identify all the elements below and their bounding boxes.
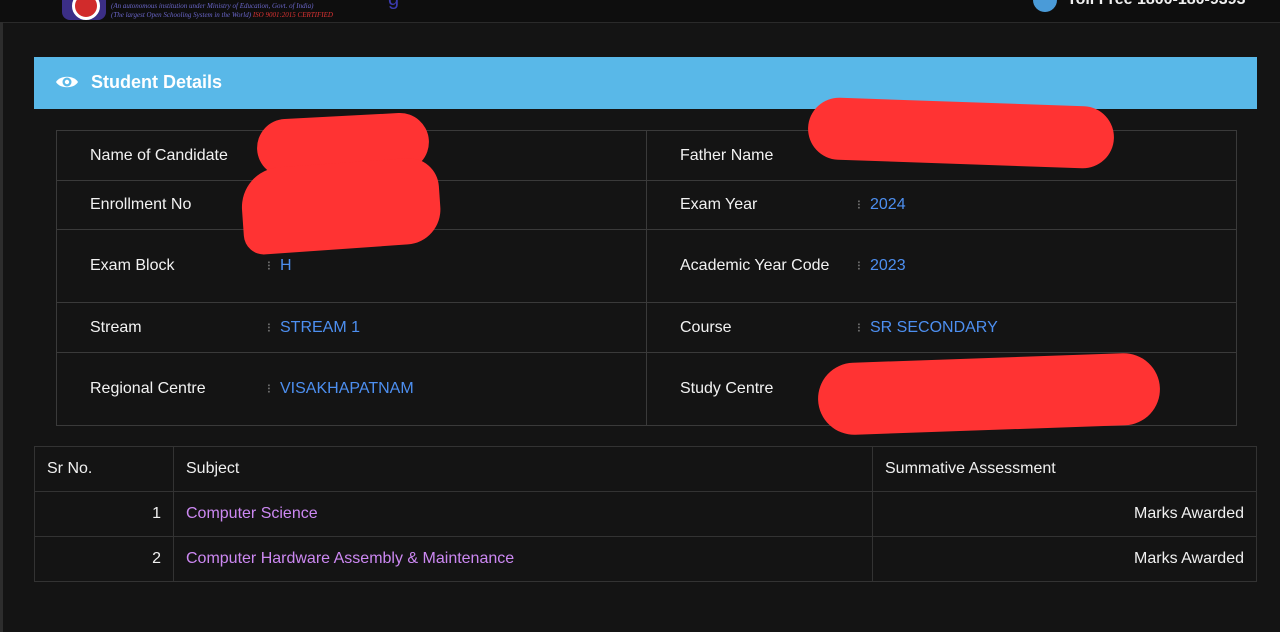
- table-row: 1 Computer Science Marks Awarded: [34, 491, 1257, 537]
- detail-cell: Course ⁝ SR SECONDARY: [646, 303, 1236, 352]
- sr-no-cell: 2: [34, 536, 174, 582]
- detail-cell: Exam Year ⁝ 2024: [646, 181, 1236, 229]
- detail-value-academic-year-code: 2023: [870, 257, 906, 274]
- subject-cell: Computer Hardware Assembly & Maintenance: [173, 536, 873, 582]
- card-title: Student Details: [91, 72, 223, 92]
- phone-icon: [1033, 0, 1057, 12]
- details-row: Exam Block ⁝ H Academic Year Code ⁝ 2023: [57, 229, 1236, 302]
- detail-cell: Regional Centre ⁝ VISAKHAPATNAM: [57, 353, 646, 425]
- separator-icon: ⁝: [266, 319, 272, 335]
- results-table: Sr No. Subject Summative Assessment 1 Co…: [34, 446, 1257, 582]
- redaction-mark: [816, 352, 1162, 436]
- column-header-subject: Subject: [173, 446, 873, 492]
- redaction-mark: [807, 96, 1115, 170]
- eye-icon: [56, 76, 78, 88]
- detail-value-course: SR SECONDARY: [870, 318, 998, 336]
- detail-label-exam-block: Exam Block: [90, 257, 175, 274]
- detail-value-regional-centre: VISAKHAPATNAM: [280, 380, 414, 397]
- brand-name: g: [388, 0, 399, 11]
- detail-value-exam-year: 2024: [870, 196, 906, 213]
- detail-label-exam-year: Exam Year: [680, 196, 758, 213]
- redaction-mark: [239, 156, 443, 256]
- separator-icon: ⁝: [856, 197, 862, 212]
- detail-label-enrollment: Enrollment No: [90, 196, 192, 213]
- table-row: 2 Computer Hardware Assembly & Maintenan…: [34, 536, 1257, 582]
- column-header-sr-no: Sr No.: [34, 446, 174, 492]
- assessment-cell: Marks Awarded: [872, 536, 1257, 582]
- detail-label-regional-centre: Regional Centre: [90, 380, 206, 397]
- page-edge: [0, 22, 3, 632]
- separator-icon: ⁝: [856, 319, 862, 335]
- separator-icon: ⁝: [266, 381, 272, 396]
- institution-logo: [62, 0, 106, 20]
- details-row: Stream ⁝ STREAM 1 Course ⁝ SR SECONDARY: [57, 302, 1236, 352]
- table-header-row: Sr No. Subject Summative Assessment: [34, 446, 1257, 492]
- detail-label-candidate-name: Name of Candidate: [90, 146, 228, 164]
- assessment-cell: Marks Awarded: [872, 491, 1257, 537]
- detail-cell: Stream ⁝ STREAM 1: [57, 303, 646, 352]
- detail-value-exam-block: H: [280, 257, 292, 274]
- header-tagline: (An autonomous institution under Ministr…: [111, 2, 314, 10]
- detail-cell: Academic Year Code ⁝ 2023: [646, 230, 1236, 302]
- separator-icon: ⁝: [266, 258, 272, 273]
- column-header-summative-assessment: Summative Assessment: [872, 446, 1257, 492]
- detail-label-stream: Stream: [90, 318, 142, 336]
- details-row: Enrollment No Exam Year ⁝ 2024: [57, 180, 1236, 229]
- separator-icon: ⁝: [856, 258, 862, 273]
- detail-label-academic-year-code: Academic Year Code: [680, 257, 830, 274]
- toll-free-number: Toll Free 1800-180-9393: [1067, 0, 1245, 9]
- detail-label-course: Course: [680, 318, 732, 336]
- student-details-header: Student Details: [34, 57, 1257, 109]
- subject-cell: Computer Science: [173, 491, 873, 537]
- header-tagline-secondary: (The largest Open Schooling System in th…: [111, 11, 333, 19]
- detail-value-stream: STREAM 1: [280, 318, 361, 336]
- site-header: (An autonomous institution under Ministr…: [0, 0, 1280, 23]
- sr-no-cell: 1: [34, 491, 174, 537]
- iso-cert: ISO 9001:2015 CERTIFIED: [252, 11, 333, 19]
